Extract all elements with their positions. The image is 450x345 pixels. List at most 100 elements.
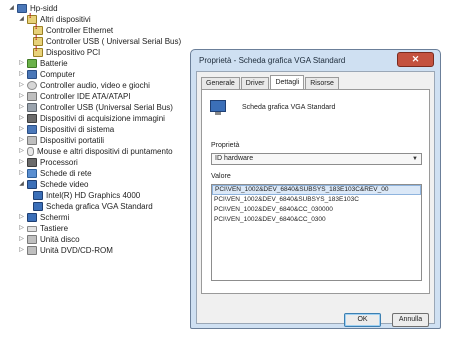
mouse-icon: [27, 147, 34, 156]
ide-controller-icon: [27, 92, 37, 101]
display-adapter-icon: [210, 100, 226, 115]
keyboard-icon: [27, 225, 37, 232]
tree-item-tastiere[interactable]: ▷ Tastiere: [18, 223, 68, 234]
expand-arrow-icon[interactable]: ▷: [18, 93, 25, 100]
expand-arrow-icon[interactable]: ▷: [18, 137, 25, 144]
tree-item-schede-video[interactable]: ◢ Schede video: [18, 179, 88, 190]
tree-item-intel-hd[interactable]: Intel(R) HD Graphics 4000: [33, 190, 140, 201]
tree-item-usb[interactable]: ▷ Controller USB (Universal Serial Bus): [18, 102, 173, 113]
collapse-arrow-icon[interactable]: ◢: [18, 181, 25, 188]
tree-item-label: Controller USB ( Universal Serial Bus): [46, 37, 182, 46]
tree-item-ide[interactable]: ▷ Controller IDE ATA/ATAPI: [18, 91, 131, 102]
tree-item-dispositivo-pci[interactable]: Dispositivo PCI: [33, 46, 100, 58]
display-adapter-icon: [33, 202, 43, 211]
computer-icon: [27, 70, 37, 79]
tree-root[interactable]: ◢ Hp-sidd: [8, 3, 58, 14]
dialog-title: Proprietà - Scheda grafica VGA Standard: [199, 56, 346, 65]
display-adapter-icon: [33, 191, 43, 200]
details-panel: Scheda grafica VGA Standard Proprietà ID…: [201, 89, 430, 294]
processor-icon: [27, 158, 37, 167]
expand-arrow-icon[interactable]: ▷: [18, 225, 25, 232]
values-list[interactable]: PCI\VEN_1002&DEV_6840&SUBSYS_183E103C&RE…: [211, 184, 422, 281]
tree-item-controller-usb-unknown[interactable]: Controller USB ( Universal Serial Bus): [33, 35, 182, 47]
tree-item-schermi[interactable]: ▷ Schermi: [18, 212, 69, 223]
tree-item-label: Controller audio, video e giochi: [40, 81, 150, 90]
tab-dettagli[interactable]: Dettagli: [270, 75, 305, 89]
collapse-arrow-icon[interactable]: ◢: [8, 5, 15, 12]
expand-arrow-icon[interactable]: ▷: [18, 247, 25, 254]
cancel-button[interactable]: Annulla: [392, 313, 429, 327]
close-button[interactable]: ✕: [397, 52, 434, 67]
unknown-devices-icon: [27, 13, 37, 24]
expand-arrow-icon[interactable]: ▷: [18, 82, 25, 89]
tree-item-label: Schede video: [40, 180, 89, 189]
tree-item-dispositivi-sistema[interactable]: ▷ Dispositivi di sistema: [18, 124, 114, 135]
expand-arrow-icon[interactable]: ▷: [18, 60, 25, 67]
list-item[interactable]: PCI\VEN_1002&DEV_6840&CC_030000: [212, 205, 421, 215]
tree-item-acquisizione-immagini[interactable]: ▷ Dispositivi di acquisizione immagini: [18, 113, 165, 124]
expand-arrow-icon[interactable]: ▷: [18, 71, 25, 78]
tree-item-schede-rete[interactable]: ▷ Schede di rete: [18, 168, 92, 179]
tree-item-label: Intel(R) HD Graphics 4000: [46, 191, 141, 200]
ok-button[interactable]: OK: [344, 313, 381, 327]
property-label: Proprietà: [211, 142, 240, 149]
dialog-titlebar[interactable]: Proprietà - Scheda grafica VGA Standard …: [191, 50, 440, 70]
tree-item-label: Computer: [40, 70, 76, 79]
tree-item-batterie[interactable]: ▷ Batterie: [18, 58, 68, 69]
battery-icon: [27, 59, 37, 68]
audio-icon: [27, 81, 37, 90]
dialog-client: Generale Driver Dettagli Risorse Scheda …: [196, 71, 435, 327]
tree-item-label: Processori: [40, 158, 78, 167]
property-dropdown-value: ID hardware: [215, 155, 254, 162]
tree-item-label: Controller IDE ATA/ATAPI: [40, 92, 131, 101]
expand-arrow-icon[interactable]: ▷: [18, 115, 25, 122]
monitor-icon: [27, 213, 37, 222]
tree-item-unita-disco[interactable]: ▷ Unità disco: [18, 234, 80, 245]
expand-arrow-icon[interactable]: ▷: [18, 104, 25, 111]
tree-item-label: Batterie: [40, 59, 68, 68]
tree-item-label: Dispositivi di acquisizione immagini: [40, 114, 165, 123]
tab-risorse[interactable]: Risorse: [305, 77, 339, 89]
tree-item-computer[interactable]: ▷ Computer: [18, 69, 75, 80]
tree-item-label: Schermi: [40, 213, 70, 222]
network-icon: [27, 169, 37, 178]
tree-root-label: Hp-sidd: [30, 4, 58, 13]
tree-item-mouse[interactable]: ▷ Mouse e altri dispositivi di puntament…: [18, 146, 173, 157]
tree-item-label: Altri dispositivi: [40, 15, 91, 24]
list-item[interactable]: PCI\VEN_1002&DEV_6840&SUBSYS_183E103C: [212, 195, 421, 205]
expand-arrow-icon[interactable]: ▷: [18, 236, 25, 243]
tab-generale[interactable]: Generale: [201, 77, 240, 89]
expand-arrow-icon[interactable]: ▷: [18, 126, 25, 133]
portable-device-icon: [27, 136, 37, 145]
tree-item-label: Scheda grafica VGA Standard: [46, 202, 153, 211]
list-item[interactable]: PCI\VEN_1002&DEV_6840&SUBSYS_183E103C&RE…: [212, 185, 421, 195]
property-dropdown[interactable]: ID hardware ▼: [211, 153, 422, 165]
tree-item-controller-ethernet[interactable]: Controller Ethernet: [33, 24, 114, 36]
tree-item-dispositivi-portatili[interactable]: ▷ Dispositivi portatili: [18, 135, 104, 146]
tree-item-label: Unità disco: [40, 235, 80, 244]
warning-device-icon: [33, 35, 43, 46]
list-item[interactable]: PCI\VEN_1002&DEV_6840&CC_0300: [212, 215, 421, 225]
tab-driver[interactable]: Driver: [240, 77, 270, 89]
expand-arrow-icon[interactable]: ▷: [18, 170, 25, 177]
system-device-icon: [27, 125, 37, 134]
chevron-down-icon: ▼: [412, 156, 418, 162]
tree-item-label: Dispositivi portatili: [40, 136, 105, 145]
tree-item-altri-dispositivi[interactable]: ◢ Altri dispositivi: [18, 13, 91, 25]
collapse-arrow-icon[interactable]: ◢: [18, 16, 25, 23]
tree-item-dvd[interactable]: ▷ Unità DVD/CD-ROM: [18, 245, 113, 256]
close-icon: ✕: [411, 54, 420, 64]
tree-item-vga-standard[interactable]: Scheda grafica VGA Standard: [33, 201, 153, 212]
usb-icon: [27, 103, 37, 112]
tree-item-label: Controller Ethernet: [46, 26, 114, 35]
properties-dialog: Proprietà - Scheda grafica VGA Standard …: [190, 49, 441, 329]
expand-arrow-icon[interactable]: ▷: [18, 148, 25, 155]
tree-item-processori[interactable]: ▷ Processori: [18, 157, 78, 168]
dvd-drive-icon: [27, 246, 37, 255]
camera-icon: [27, 114, 37, 123]
warning-device-icon: [33, 24, 43, 35]
expand-arrow-icon[interactable]: ▷: [18, 159, 25, 166]
expand-arrow-icon[interactable]: ▷: [18, 214, 25, 221]
tree-item-audio[interactable]: ▷ Controller audio, video e giochi: [18, 80, 150, 91]
tree-item-label: Unità DVD/CD-ROM: [40, 246, 113, 255]
